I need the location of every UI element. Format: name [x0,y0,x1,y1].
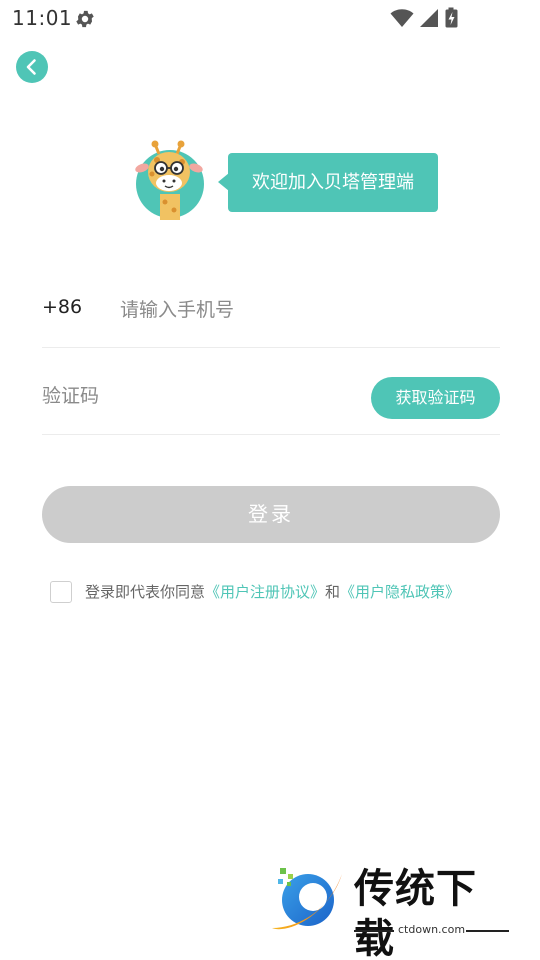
back-button[interactable] [16,51,48,83]
chevron-left-icon [26,59,36,75]
watermark-title: 传统下载 [354,866,477,960]
cellular-signal-icon [420,9,438,27]
watermark-url: ctdown.com [398,923,466,936]
verification-code-input[interactable] [42,374,342,418]
get-code-button[interactable]: 获取验证码 [371,377,500,419]
phone-input[interactable] [120,288,480,332]
verification-code-row: 获取验证码 [42,356,500,435]
agreement-conjunction: 和 [325,583,341,601]
privacy-policy-link[interactable]: 《用户隐私政策》 [340,583,460,601]
agreement-prefix: 登录即代表你同意 [85,583,206,601]
giraffe-mascot-avatar [130,138,210,220]
welcome-message: 欢迎加入贝塔管理端 [228,153,438,212]
agreement-text: 登录即代表你同意《用户注册协议》和《用户隐私政策》 [85,581,460,602]
watermark-divider [354,930,394,932]
login-button[interactable]: 登录 [42,486,500,543]
agreement-checkbox[interactable] [50,581,72,603]
wifi-icon [390,9,414,27]
status-time: 11:01 [12,6,73,30]
phone-row: +86 [42,282,500,348]
agreement-row: 登录即代表你同意《用户注册协议》和《用户隐私政策》 [50,578,520,606]
battery-charging-icon [445,7,458,28]
watermark-logo: 传统下载 ctdown.com [266,862,516,960]
watermark-emblem-icon [272,868,342,930]
status-bar: 11:01 [0,0,540,36]
settings-gear-icon [74,8,96,30]
user-agreement-link[interactable]: 《用户注册协议》 [205,583,325,601]
country-code[interactable]: +86 [42,296,82,318]
watermark-divider [466,930,509,932]
